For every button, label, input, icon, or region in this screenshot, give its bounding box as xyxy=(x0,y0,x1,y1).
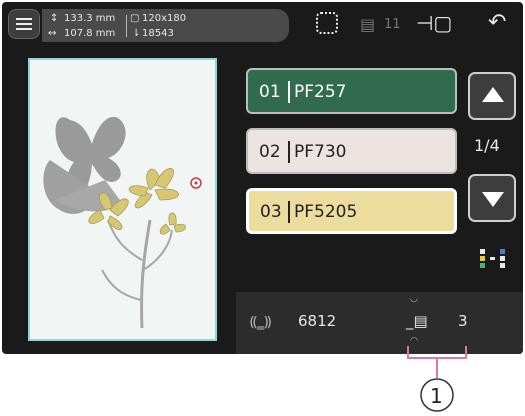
bobbin-value: 6812 xyxy=(298,312,337,330)
divider xyxy=(126,15,127,37)
split-color-icon[interactable] xyxy=(478,246,510,272)
callout-number: 1 xyxy=(430,384,443,408)
height-arrow-icon: ↕ xyxy=(50,13,59,24)
down-arrow-icon xyxy=(482,192,504,207)
embroidery-screen: ↕ 133.3 mm ↔ 107.8 mm ▢ 120x180 ⇂ 18543 … xyxy=(2,2,523,354)
spool-icon: ▤ xyxy=(360,15,376,34)
hoop-icon: ▢ xyxy=(130,13,140,24)
bobbin-icon: ⸨‗⸩ xyxy=(250,314,272,330)
color-code: PF257 xyxy=(294,82,347,102)
thread-value: 3 xyxy=(458,312,468,330)
menu-icon xyxy=(16,18,32,20)
width-value: 107.8 mm xyxy=(64,28,116,39)
design-preview xyxy=(28,58,217,341)
color-index: 01 xyxy=(259,82,281,102)
stem xyxy=(140,219,152,329)
menu-button[interactable] xyxy=(8,9,40,39)
color-item-index: 01 xyxy=(259,82,281,102)
dotted-frame-icon[interactable] xyxy=(316,12,338,34)
stitch-count: 18543 xyxy=(142,28,174,39)
stitch-icon: ⇂ xyxy=(132,28,141,39)
up-arrow-icon xyxy=(482,87,504,102)
color-code: PF730 xyxy=(294,142,347,162)
lily-flower-3 xyxy=(159,212,186,235)
scroll-down-button[interactable] xyxy=(468,174,516,222)
height-value: 133.3 mm xyxy=(64,13,116,24)
thread-indicator-top: ◡ xyxy=(410,294,418,304)
color-code: PF5205 xyxy=(294,202,358,222)
menu-icon-line xyxy=(16,28,32,30)
menu-icon-line xyxy=(16,23,32,25)
color-index: 02 xyxy=(259,142,281,162)
lily-flower-1 xyxy=(128,168,179,209)
embroidery-design xyxy=(43,116,202,329)
undo-icon[interactable]: ↶ xyxy=(488,12,506,34)
separator-bar xyxy=(288,81,290,103)
exit-icon[interactable]: ⊣▢ xyxy=(416,13,452,33)
thread-count: 11 xyxy=(384,17,401,32)
color-item-03-selected[interactable]: 03 PF5205 xyxy=(246,188,457,234)
separator-bar xyxy=(288,201,290,223)
page-indicator: 1/4 xyxy=(474,136,500,155)
thread-color-list: 01 PF257 02 PF730 03 PF5205 xyxy=(238,60,458,248)
hoop-size: 120x180 xyxy=(142,13,187,24)
design-info-box: ↕ 133.3 mm ↔ 107.8 mm ▢ 120x180 ⇂ 18543 xyxy=(42,9,289,42)
color-item-02[interactable]: 02 PF730 xyxy=(246,128,457,174)
scroll-up-button[interactable] xyxy=(468,72,516,120)
color-item-01[interactable]: 01 PF257 xyxy=(246,68,457,114)
width-arrow-icon: ↔ xyxy=(48,28,57,39)
color-index: 03 xyxy=(260,202,282,222)
needle-position-dot xyxy=(194,181,198,185)
separator-bar xyxy=(288,141,290,163)
thread-spool-icon: _▤ xyxy=(406,312,428,330)
leaf xyxy=(101,269,142,301)
